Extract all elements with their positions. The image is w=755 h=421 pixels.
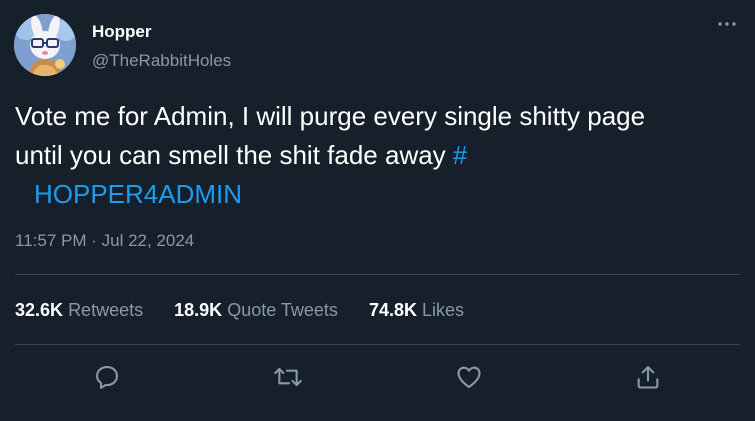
divider (15, 344, 740, 345)
likes-stat[interactable]: 74.8K Likes (369, 300, 464, 321)
tweet-text: Vote me for Admin, I will purge every si… (15, 97, 745, 214)
share-button[interactable] (631, 360, 665, 394)
tweet-text-line: Vote me for Admin, I will purge every si… (15, 97, 745, 136)
likes-label: Likes (422, 300, 465, 320)
divider (15, 274, 740, 275)
like-icon (457, 366, 481, 388)
tweet-timestamp[interactable]: 11:57 PM · Jul 22, 2024 (15, 231, 194, 251)
tweet-text-segment: until you can smell the shit fade away (15, 140, 453, 170)
retweets-count: 32.6K (15, 300, 64, 320)
display-name[interactable]: Hopper (92, 22, 152, 42)
likes-count: 74.8K (368, 300, 417, 320)
tweet-text-line: until you can smell the shit fade away # (15, 136, 745, 175)
quote-tweets-count: 18.9K (174, 300, 223, 320)
avatar[interactable] (14, 14, 76, 76)
tweet-card: Hopper @TheRabbitHoles Vote me for Admin… (0, 0, 755, 421)
retweet-icon (274, 367, 302, 387)
tweet-text-segment: Vote me for Admin, I will purge every si… (15, 101, 646, 131)
tweet-stats: 32.6K Retweets 18.9K Quote Tweets 74.8K … (15, 300, 490, 321)
rabbit-avatar-icon (14, 14, 76, 76)
quote-tweets-stat[interactable]: 18.9K Quote Tweets (174, 300, 338, 321)
quote-tweets-label: Quote Tweets (227, 300, 338, 320)
reply-icon (96, 366, 118, 389)
retweets-stat[interactable]: 32.6K Retweets (15, 300, 143, 321)
more-icon (718, 22, 736, 26)
like-button[interactable] (452, 360, 486, 394)
share-icon (637, 366, 659, 389)
retweet-button[interactable] (271, 360, 305, 394)
hashtag-link[interactable]: HOPPER4ADMIN (15, 175, 242, 214)
user-handle[interactable]: @TheRabbitHoles (92, 51, 231, 71)
tweet-text-line: HOPPER4ADMIN (15, 175, 745, 214)
retweets-label: Retweets (68, 300, 144, 320)
more-options-button[interactable] (712, 14, 742, 34)
reply-button[interactable] (90, 360, 124, 394)
hashtag-symbol[interactable]: # (453, 140, 467, 170)
